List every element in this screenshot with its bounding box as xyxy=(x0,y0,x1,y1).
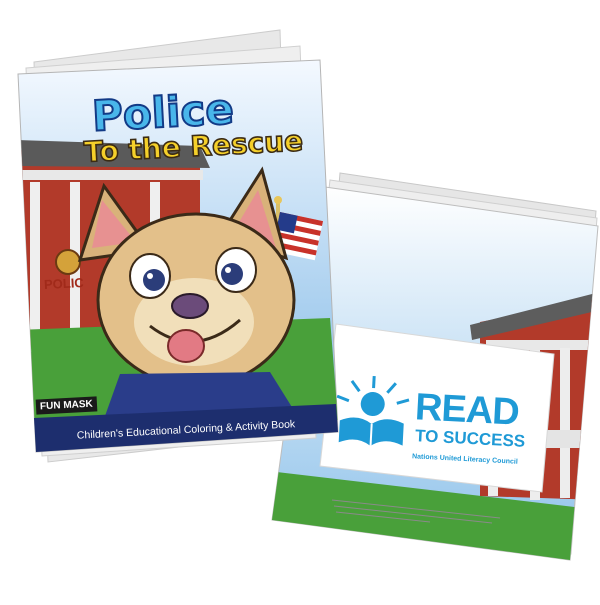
building-sign: POLIC xyxy=(43,274,85,293)
books-illustration xyxy=(17,29,599,561)
fun-mask-logo: FUN MASK xyxy=(35,396,98,415)
product-image: Police To the Rescue POLIC FUN MASK Chil… xyxy=(0,0,600,600)
